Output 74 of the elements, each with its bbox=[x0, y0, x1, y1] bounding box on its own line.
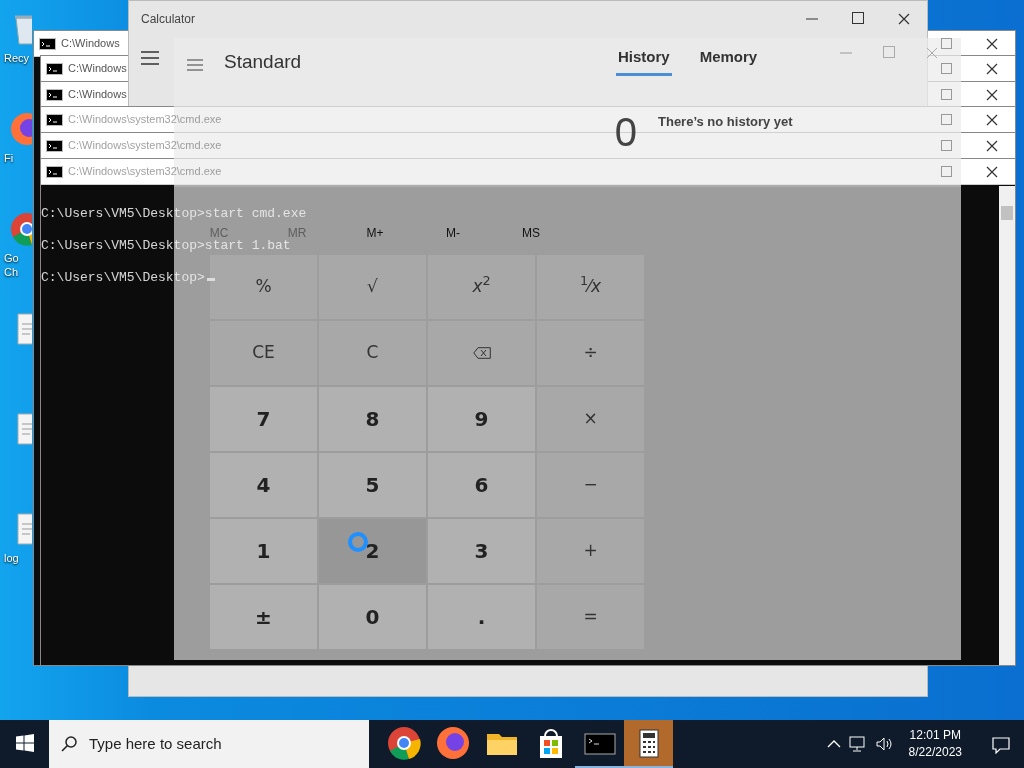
close-icon[interactable] bbox=[897, 12, 911, 26]
key-button[interactable]: 8 bbox=[319, 387, 426, 451]
window-title: C:\Windows\system32\cmd.exe bbox=[68, 138, 222, 154]
busy-cursor-icon bbox=[347, 530, 369, 553]
display-value: 0 bbox=[614, 112, 637, 152]
notification-icon[interactable] bbox=[992, 735, 1010, 754]
search-box[interactable]: Type here to search bbox=[49, 720, 369, 768]
search-field[interactable]: Type here to search bbox=[87, 731, 347, 757]
console-icon bbox=[46, 139, 63, 152]
chevron-up-icon[interactable] bbox=[826, 739, 841, 749]
key-button[interactable]: 0 bbox=[319, 585, 426, 649]
key-button[interactable]: . bbox=[428, 585, 535, 649]
key-button[interactable]: × bbox=[537, 387, 644, 451]
search-icon bbox=[61, 736, 77, 752]
key-button[interactable]: 2 bbox=[319, 519, 426, 583]
maximize-icon[interactable] bbox=[852, 12, 864, 24]
text-cursor bbox=[206, 278, 215, 281]
clock-date: 8/22/2023 bbox=[908, 744, 962, 761]
close-icon[interactable] bbox=[985, 36, 999, 51]
key-button[interactable]: ± bbox=[210, 585, 317, 649]
key-button[interactable]: + bbox=[537, 519, 644, 583]
key-button[interactable]: 9 bbox=[428, 387, 535, 451]
window-title: C:\Windows bbox=[68, 87, 127, 103]
network-icon[interactable] bbox=[848, 736, 867, 752]
key-button[interactable]: = bbox=[537, 585, 644, 649]
console-icon bbox=[39, 37, 56, 50]
console-icon bbox=[46, 62, 63, 75]
window-title: C:\Windows\system32\cmd.exe bbox=[68, 164, 222, 180]
menu-icon[interactable] bbox=[141, 50, 159, 65]
menu-icon[interactable] bbox=[187, 58, 203, 71]
scrollbar[interactable] bbox=[999, 186, 1015, 665]
volume-icon[interactable] bbox=[874, 736, 895, 752]
memory-button[interactable]: MS bbox=[492, 227, 570, 240]
clock-time: 12:01 PM bbox=[908, 726, 962, 744]
key-button[interactable]: 5 bbox=[319, 453, 426, 517]
console-icon bbox=[46, 113, 63, 126]
history-message: There’s no history yet bbox=[658, 113, 793, 131]
key-button[interactable]: 4 bbox=[210, 453, 317, 517]
tab[interactable]: History bbox=[616, 46, 672, 76]
window-title: Calculator bbox=[141, 11, 196, 28]
key-button[interactable]: 1 bbox=[210, 519, 317, 583]
tab[interactable]: Memory bbox=[697, 46, 760, 76]
clock[interactable]: 12:01 PM 8/22/2023 bbox=[908, 726, 962, 762]
desktop-icon-label: Fi bbox=[4, 152, 15, 166]
close-icon[interactable] bbox=[985, 138, 999, 153]
console-icon bbox=[46, 88, 63, 101]
key-button[interactable]: CE bbox=[210, 321, 317, 385]
close-icon[interactable] bbox=[985, 164, 999, 179]
taskbar-app-button[interactable] bbox=[624, 720, 673, 768]
close-icon[interactable] bbox=[985, 87, 999, 102]
windows-logo-icon bbox=[15, 734, 34, 752]
window-title: C:\Windows bbox=[68, 61, 127, 77]
mode-title: Standard bbox=[224, 50, 302, 74]
window-title: C:\Windows\system32\cmd.exe bbox=[68, 112, 222, 128]
close-icon[interactable] bbox=[985, 61, 999, 76]
desktop-icon-label: Recy bbox=[4, 52, 31, 66]
key-button[interactable]: 7 bbox=[210, 387, 317, 451]
memory-button[interactable]: M+ bbox=[336, 227, 414, 240]
key-button[interactable]: 3 bbox=[428, 519, 535, 583]
desktop-icon-label: Go Ch bbox=[4, 252, 20, 280]
memory-button[interactable]: M- bbox=[414, 227, 492, 240]
key-button[interactable]: 6 bbox=[428, 453, 535, 517]
key-button[interactable]: √ bbox=[319, 255, 426, 319]
key-button[interactable]: C bbox=[319, 321, 426, 385]
key-button[interactable]: ÷ bbox=[537, 321, 644, 385]
console-icon bbox=[46, 165, 63, 178]
desktop-icon-label: log bbox=[4, 552, 20, 566]
window-title: C:\Windows bbox=[61, 36, 120, 52]
key-button[interactable]: % bbox=[210, 255, 317, 319]
close-icon[interactable] bbox=[985, 112, 999, 127]
backspace-icon bbox=[472, 347, 491, 359]
key-button[interactable]: − bbox=[537, 453, 644, 517]
key-button[interactable]: $^{1}$⁄x bbox=[537, 255, 644, 319]
key-button[interactable]: x$^{2}$ bbox=[428, 255, 535, 319]
